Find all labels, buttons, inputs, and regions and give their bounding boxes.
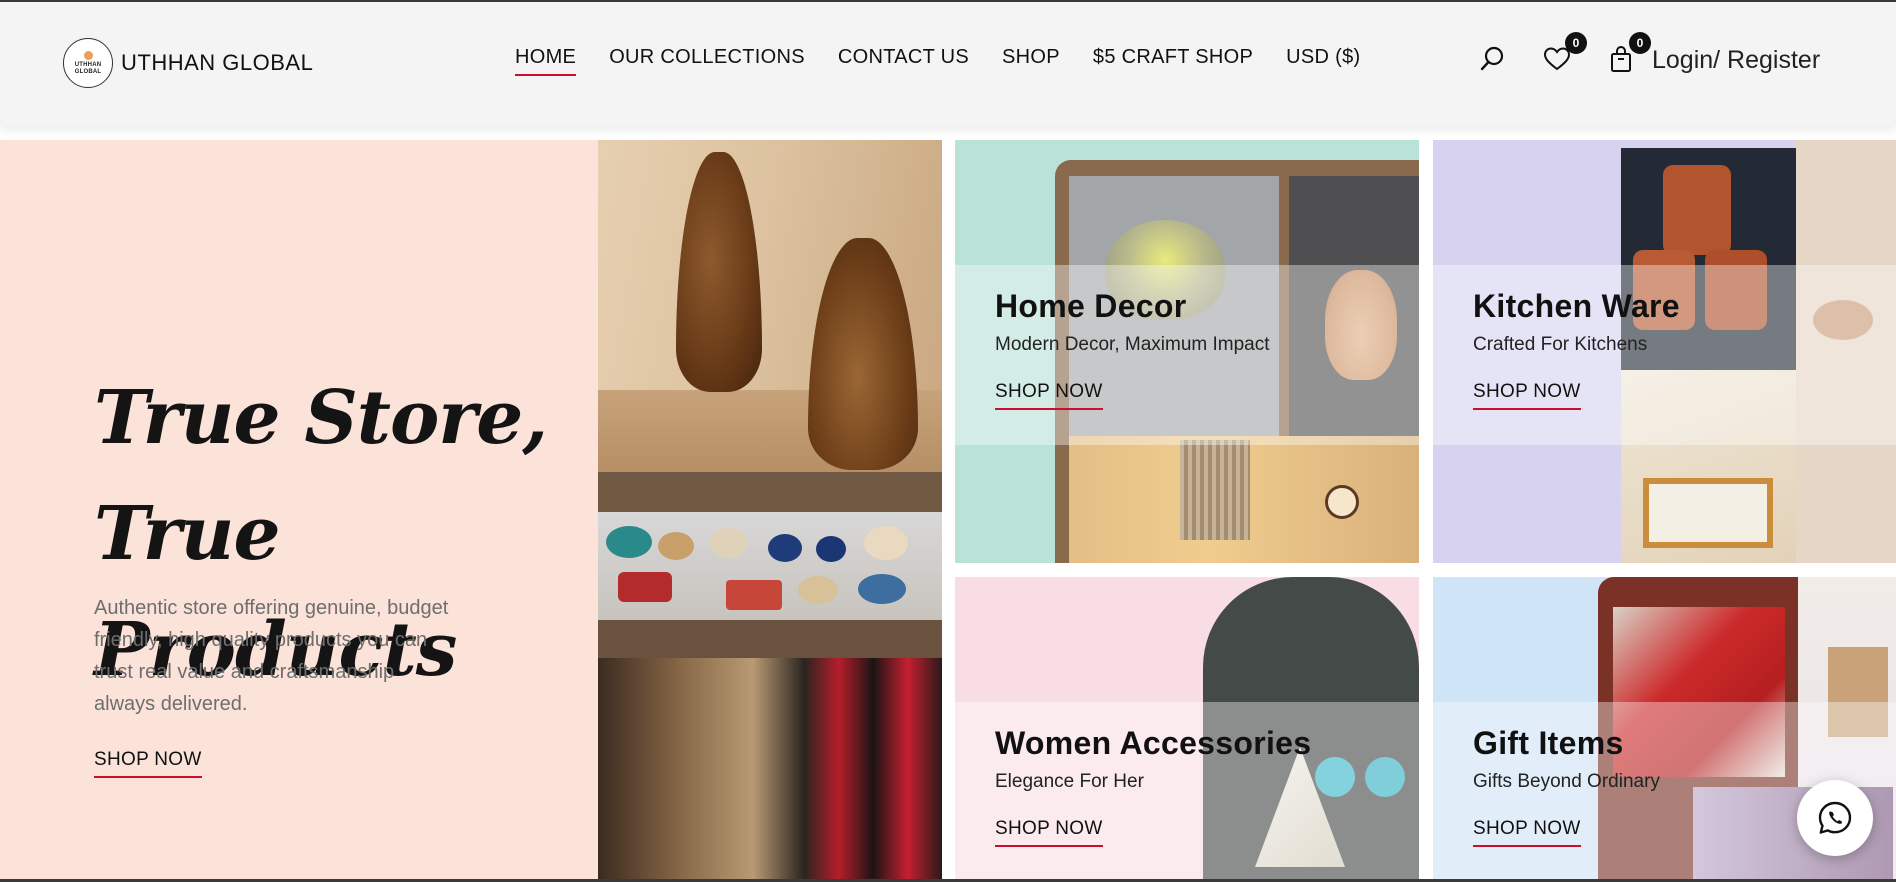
- category-subtitle: Elegance For Her: [995, 771, 1144, 792]
- nav-craft-shop[interactable]: $5 CRAFT SHOP: [1093, 46, 1253, 75]
- category-title: Kitchen Ware: [1473, 288, 1680, 324]
- wooden-vases-photo: [598, 140, 942, 472]
- whatsapp-icon: [1818, 801, 1852, 834]
- category-subtitle: Crafted For Kitchens: [1473, 334, 1648, 355]
- market-textiles-photo: [598, 658, 942, 882]
- cart-count-badge: 0: [1629, 32, 1651, 54]
- kitchen-ware-shop-now-button[interactable]: SHOP NOW: [1473, 381, 1581, 410]
- header-actions: 0 0: [1478, 32, 1651, 74]
- handicraft-table-photo: [598, 512, 942, 620]
- login-register-link[interactable]: Login/ Register: [1652, 46, 1820, 75]
- wishlist-count-badge: 0: [1565, 32, 1587, 54]
- hero-collage-image: [598, 140, 942, 882]
- logo-badge-line2: GLOBAL: [74, 68, 102, 75]
- site-header: UTHHAN GLOBAL UTHHAN GLOBAL HOME OUR COL…: [0, 2, 1896, 126]
- category-card-kitchen-ware[interactable]: Kitchen Ware Crafted For Kitchens SHOP N…: [1433, 140, 1896, 563]
- hero-banner: True Store, True Products Authentic stor…: [0, 140, 942, 882]
- home-decor-shop-now-button[interactable]: SHOP NOW: [995, 381, 1103, 410]
- gift-items-shop-now-button[interactable]: SHOP NOW: [1473, 818, 1581, 847]
- logo-badge-line1: UTHHAN: [74, 61, 102, 68]
- nav-home[interactable]: HOME: [515, 46, 577, 76]
- category-subtitle: Modern Decor, Maximum Impact: [995, 334, 1270, 355]
- main-nav: HOME OUR COLLECTIONS CONTACT US SHOP $5 …: [515, 46, 1360, 76]
- cart-button[interactable]: 0: [1606, 32, 1651, 74]
- shopping-bag-icon: [1611, 45, 1631, 72]
- hero-shop-now-button[interactable]: SHOP NOW: [94, 749, 202, 778]
- nav-contact-us[interactable]: CONTACT US: [838, 46, 969, 75]
- whatsapp-chat-button[interactable]: [1797, 780, 1873, 856]
- category-subtitle: Gifts Beyond Ordinary: [1473, 771, 1660, 792]
- nav-shop[interactable]: SHOP: [1002, 46, 1060, 75]
- logo-badge: UTHHAN GLOBAL: [63, 38, 113, 88]
- nav-our-collections[interactable]: OUR COLLECTIONS: [609, 46, 805, 75]
- category-card-women-accessories[interactable]: Women Accessories Elegance For Her SHOP …: [955, 577, 1419, 882]
- category-title: Women Accessories: [995, 725, 1312, 761]
- brand-name: UTHHAN GLOBAL: [121, 50, 314, 75]
- wishlist-button[interactable]: 0: [1542, 32, 1587, 74]
- category-card-home-decor[interactable]: Home Decor Modern Decor, Maximum Impact …: [955, 140, 1419, 563]
- logo-emblem-icon: [83, 50, 93, 60]
- brand-logo[interactable]: UTHHAN GLOBAL UTHHAN GLOBAL: [63, 38, 313, 88]
- currency-selector[interactable]: USD ($): [1286, 46, 1360, 75]
- category-title: Gift Items: [1473, 725, 1624, 761]
- search-icon[interactable]: [1478, 44, 1508, 74]
- women-accessories-shop-now-button[interactable]: SHOP NOW: [995, 818, 1103, 847]
- category-title: Home Decor: [995, 288, 1187, 324]
- hero-description: Authentic store offering genuine, budget…: [94, 597, 449, 715]
